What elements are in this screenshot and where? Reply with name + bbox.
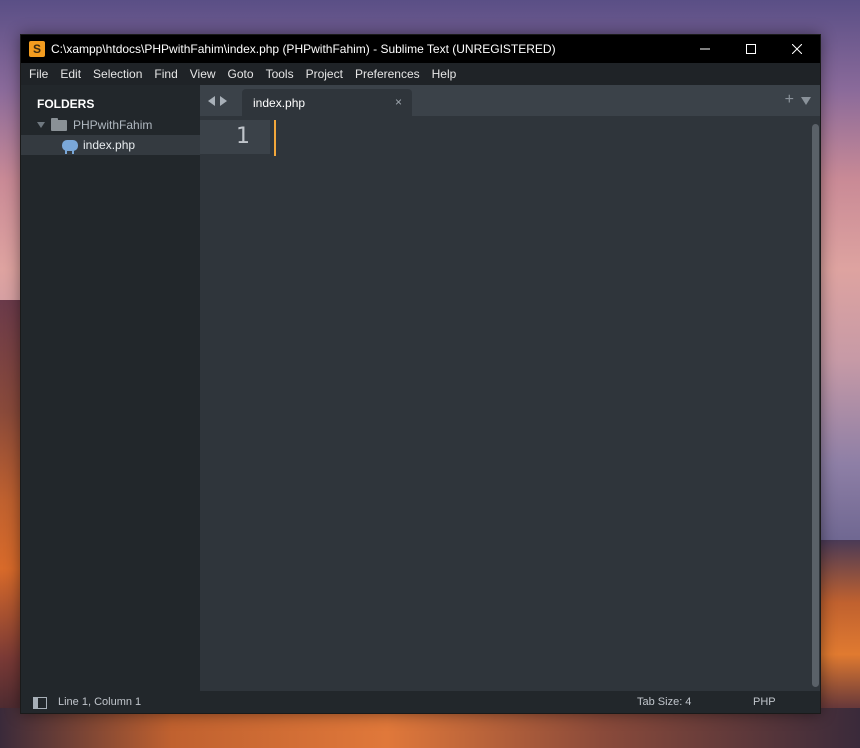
- new-tab-icon[interactable]: +: [785, 91, 794, 109]
- menu-selection[interactable]: Selection: [87, 63, 148, 85]
- caret-down-icon[interactable]: [37, 122, 45, 128]
- close-window-button[interactable]: [774, 35, 820, 63]
- menu-bar: File Edit Selection Find View Goto Tools…: [21, 63, 820, 85]
- chevron-down-icon[interactable]: [801, 97, 811, 105]
- menu-goto[interactable]: Goto: [222, 63, 260, 85]
- cursor-position: Line 1, Column 1: [58, 696, 142, 708]
- menu-edit[interactable]: Edit: [54, 63, 87, 85]
- folder-label: PHPwithFahim: [73, 118, 153, 132]
- vertical-scrollbar[interactable]: [808, 120, 820, 687]
- panel-toggle-icon[interactable]: [33, 697, 47, 709]
- menu-tools[interactable]: Tools: [260, 63, 300, 85]
- sublime-window: S C:\xampp\htdocs\PHPwithFahim\index.php…: [20, 34, 821, 714]
- tree-folder-item[interactable]: PHPwithFahim: [21, 115, 200, 135]
- gutter-current-line: 1: [200, 120, 270, 154]
- wallpaper-mountain-bottom: [0, 708, 860, 748]
- menu-help[interactable]: Help: [426, 63, 463, 85]
- code-editor[interactable]: 1: [200, 116, 820, 691]
- tab-close-icon[interactable]: ×: [395, 94, 402, 110]
- status-bar: Line 1, Column 1 Tab Size: 4 PHP: [21, 691, 820, 713]
- text-cursor: [274, 120, 276, 156]
- sublime-app-icon: S: [29, 41, 45, 57]
- menu-project[interactable]: Project: [300, 63, 349, 85]
- minimize-button[interactable]: [682, 35, 728, 63]
- folder-icon: [51, 117, 67, 131]
- arrow-right-icon[interactable]: [220, 95, 227, 106]
- scrollbar-thumb[interactable]: [812, 124, 819, 687]
- window-title: C:\xampp\htdocs\PHPwithFahim\index.php (…: [51, 42, 556, 56]
- folders-heading: FOLDERS: [37, 97, 95, 111]
- tree-file-item[interactable]: index.php: [21, 135, 200, 155]
- maximize-button[interactable]: [728, 35, 774, 63]
- file-label: index.php: [83, 138, 136, 152]
- tab-nav-arrows: [208, 85, 227, 116]
- sidebar: FOLDERS PHPwithFahim index.php: [21, 85, 200, 691]
- window-controls: [682, 35, 820, 63]
- menu-find[interactable]: Find: [148, 63, 183, 85]
- tab-index-php[interactable]: index.php ×: [242, 89, 412, 116]
- menu-view[interactable]: View: [184, 63, 222, 85]
- close-icon: [792, 44, 802, 54]
- tab-label: index.php: [253, 95, 306, 110]
- php-elephant-icon: [62, 139, 78, 154]
- title-bar[interactable]: S C:\xampp\htdocs\PHPwithFahim\index.php…: [21, 35, 820, 63]
- maximize-icon: [746, 44, 756, 54]
- tab-bar: index.php × +: [200, 85, 820, 116]
- minimize-icon: [700, 48, 710, 50]
- syntax-indicator[interactable]: PHP: [753, 696, 776, 708]
- line-number: 1: [236, 124, 250, 149]
- arrow-left-icon[interactable]: [208, 95, 215, 106]
- menu-file[interactable]: File: [23, 63, 54, 85]
- menu-preferences[interactable]: Preferences: [349, 63, 426, 85]
- tab-size-indicator[interactable]: Tab Size: 4: [637, 696, 691, 708]
